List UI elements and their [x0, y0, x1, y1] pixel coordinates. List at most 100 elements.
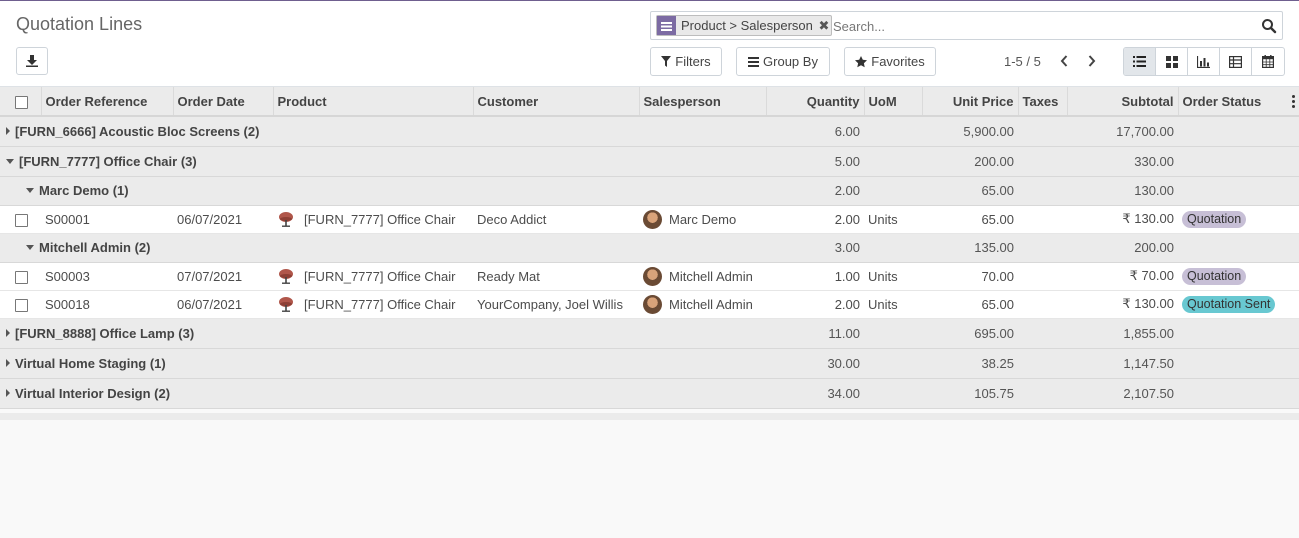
pager-next-button[interactable] [1084, 53, 1100, 69]
search-icon[interactable] [1261, 18, 1277, 34]
calendar-view-button[interactable] [1252, 48, 1284, 75]
col-customer[interactable]: Customer [473, 87, 640, 117]
optional-columns-icon[interactable] [1292, 95, 1295, 108]
pager-previous-button[interactable] [1056, 53, 1072, 69]
table-footer [0, 413, 1299, 420]
caret-right-icon [6, 389, 10, 397]
table-row[interactable]: S00003 07/07/2021 [FURN_7777] Office Cha… [0, 262, 1299, 291]
col-order-status-label: Order Status [1182, 93, 1262, 109]
subgroup-name: Mitchell Admin (2) [39, 240, 151, 255]
group-row[interactable]: Virtual Home Staging (1) 30.00 38.25 1,1… [0, 347, 1299, 379]
search-bar: Product > Salesperson ✖ [650, 11, 1283, 40]
cell-order-reference: S00003 [41, 262, 173, 291]
pager-value[interactable]: 1-5 / 5 [1004, 54, 1041, 69]
col-product[interactable]: Product [273, 87, 474, 117]
row-checkbox[interactable] [15, 270, 28, 284]
col-salesperson[interactable]: Salesperson [639, 87, 767, 117]
subgroup-name: Marc Demo (1) [39, 183, 129, 198]
subgroup-subtotal: 200.00 [1067, 233, 1178, 263]
cell-subtotal: ₹ 70.00 [1067, 262, 1178, 291]
cell-quantity: 1.00 [766, 262, 864, 291]
group-unit-price: 105.75 [922, 377, 1018, 409]
group-unit-price: 695.00 [922, 317, 1018, 349]
select-all-checkbox[interactable] [15, 95, 28, 109]
group-name: [FURN_7777] Office Chair (3) [19, 153, 197, 169]
cell-order-reference: S00001 [41, 205, 173, 234]
group-subtotal: 17,700.00 [1067, 115, 1178, 147]
favorites-button[interactable]: Favorites [844, 47, 936, 76]
view-switcher [1123, 47, 1285, 76]
subgroup-unit-price: 135.00 [922, 233, 1018, 263]
favorites-label: Favorites [871, 54, 925, 69]
list-view-button[interactable] [1124, 48, 1156, 75]
status-badge: Quotation Sent [1182, 295, 1276, 313]
subgroup-row[interactable]: Mitchell Admin (2) 3.00 135.00 200.00 [0, 233, 1299, 263]
cell-uom: Units [864, 290, 922, 319]
cell-taxes [1018, 262, 1067, 291]
col-uom[interactable]: UoM [864, 87, 923, 117]
cell-unit-price: 70.00 [922, 262, 1018, 291]
calendar-icon [1262, 55, 1274, 68]
group-subtotal: 2,107.50 [1067, 377, 1178, 409]
group-row[interactable]: [FURN_6666] Acoustic Bloc Screens (2) 6.… [0, 115, 1299, 147]
table-row[interactable]: S00018 06/07/2021 [FURN_7777] Office Cha… [0, 290, 1299, 319]
cell-quantity: 2.00 [766, 290, 864, 319]
col-order-reference[interactable]: Order Reference [41, 87, 174, 117]
filters-button[interactable]: Filters [650, 47, 722, 76]
select-all-checkbox-cell[interactable] [0, 87, 42, 117]
table-row[interactable]: S00001 06/07/2021 [FURN_7777] Office Cha… [0, 205, 1299, 234]
group-unit-price: 200.00 [922, 145, 1018, 177]
group-quantity: 34.00 [766, 377, 864, 409]
cell-uom: Units [864, 262, 922, 291]
group-row[interactable]: [FURN_7777] Office Chair (3) 5.00 200.00… [0, 145, 1299, 177]
row-checkbox[interactable] [15, 213, 28, 227]
star-icon [855, 55, 868, 67]
group-by-button[interactable]: Group By [736, 47, 830, 76]
group-subtotal: 330.00 [1067, 145, 1178, 177]
group-name: Virtual Home Staging (1) [15, 355, 166, 371]
page-title: Quotation Lines [16, 14, 143, 34]
kanban-view-button[interactable] [1156, 48, 1188, 75]
col-quantity[interactable]: Quantity [766, 87, 865, 117]
cell-salesperson: Mitchell Admin [669, 296, 753, 312]
subgroup-row[interactable]: Marc Demo (1) 2.00 65.00 130.00 [0, 176, 1299, 206]
graph-view-button[interactable] [1188, 48, 1220, 75]
search-facet[interactable]: Product > Salesperson ✖ [656, 15, 832, 36]
facet-remove-icon[interactable]: ✖ [817, 16, 831, 35]
filters-label: Filters [675, 54, 711, 69]
chair-product-icon [279, 269, 293, 284]
subgroup-subtotal: 130.00 [1067, 176, 1178, 206]
avatar [643, 266, 662, 286]
group-row[interactable]: Virtual Interior Design (2) 34.00 105.75… [0, 377, 1299, 409]
avatar [643, 209, 662, 229]
cell-customer: YourCompany, Joel Willis [473, 290, 639, 319]
group-unit-price: 5,900.00 [922, 115, 1018, 147]
col-order-date[interactable]: Order Date [173, 87, 274, 117]
search-input[interactable] [833, 16, 1253, 36]
col-subtotal[interactable]: Subtotal [1067, 87, 1179, 117]
group-quantity: 5.00 [766, 145, 864, 177]
col-taxes[interactable]: Taxes [1018, 87, 1068, 117]
group-by-icon [657, 16, 676, 35]
download-button[interactable] [16, 47, 48, 75]
pivot-view-button[interactable] [1220, 48, 1252, 75]
cell-taxes [1018, 290, 1067, 319]
col-order-status[interactable]: Order Status [1178, 87, 1299, 117]
group-row[interactable]: [FURN_8888] Office Lamp (3) 11.00 695.00… [0, 317, 1299, 349]
cell-customer: Deco Addict [473, 205, 639, 234]
quotation-lines-table: Order Reference Order Date Product Custo… [0, 87, 1299, 409]
caret-down-icon [26, 188, 34, 193]
cell-order-date: 07/07/2021 [173, 262, 273, 291]
row-checkbox[interactable] [15, 298, 28, 312]
control-panel: Quotation Lines Product > Salesperson ✖ … [0, 1, 1299, 87]
cell-salesperson: Marc Demo [669, 211, 737, 227]
cell-product: [FURN_7777] Office Chair [304, 211, 456, 227]
group-unit-price: 38.25 [922, 347, 1018, 379]
avatar [643, 294, 662, 314]
cell-subtotal: ₹ 130.00 [1067, 290, 1178, 319]
col-unit-price[interactable]: Unit Price [922, 87, 1019, 117]
subgroup-quantity: 3.00 [766, 233, 864, 263]
kanban-icon [1165, 55, 1178, 68]
group-name: Virtual Interior Design (2) [15, 385, 171, 401]
group-subtotal: 1,147.50 [1067, 347, 1178, 379]
